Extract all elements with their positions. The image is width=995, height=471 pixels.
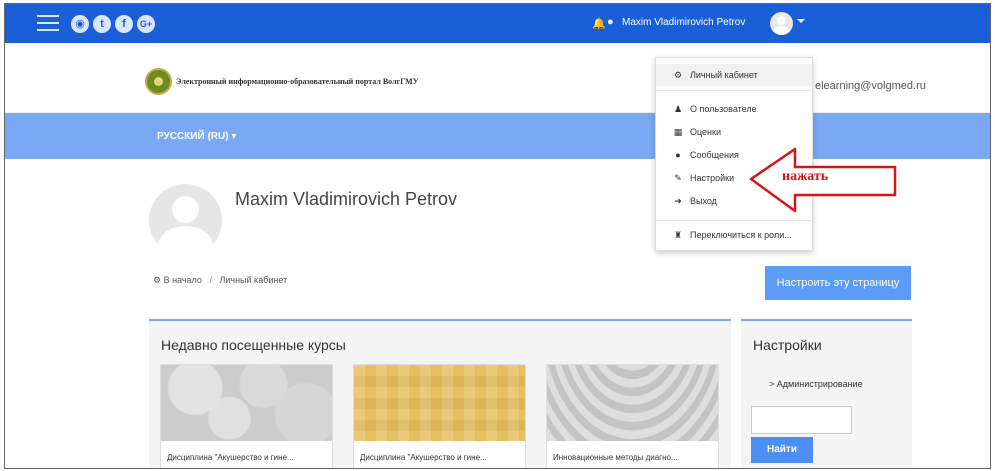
contact-email[interactable]: elearning@volgmed.ru bbox=[815, 80, 926, 92]
breadcrumb-separator: / bbox=[209, 275, 212, 285]
menu-item-dashboard[interactable]: ⚙ Личный кабинет bbox=[656, 64, 812, 86]
user-menu-name[interactable]: Maxim Vladimirovich Petrov bbox=[622, 17, 745, 28]
avatar[interactable] bbox=[770, 12, 793, 35]
menu-divider bbox=[656, 90, 812, 91]
customize-page-button[interactable]: Настроить эту страницу bbox=[765, 266, 911, 300]
settings-block: Настройки > Администрирование Найти bbox=[741, 319, 912, 468]
course-image[interactable] bbox=[354, 365, 525, 441]
recent-courses-heading: Недавно посещенные курсы bbox=[161, 337, 346, 353]
menu-item-label: Выход bbox=[690, 196, 717, 206]
portal-name[interactable]: Электронный информационно-образовательны… bbox=[176, 77, 419, 86]
sign-out-icon: ➜ bbox=[674, 196, 682, 206]
page-title: Maxim Vladimirovich Petrov bbox=[235, 189, 458, 209]
profile-avatar bbox=[149, 184, 222, 257]
breadcrumb-current: Личный кабинет bbox=[219, 275, 288, 285]
menu-item-grades[interactable]: ▦ Оценки bbox=[656, 121, 812, 143]
menu-item-label: Настройки bbox=[690, 173, 735, 183]
table-icon: ▦ bbox=[673, 127, 683, 137]
facebook-icon[interactable]: f bbox=[115, 15, 133, 33]
recent-courses-block: Недавно посещенные курсы Дисциплина "Аку… bbox=[149, 319, 731, 468]
site-header: Электронный информационно-образовательны… bbox=[5, 43, 990, 113]
google-plus-icon[interactable]: G+ bbox=[137, 15, 155, 33]
course-title[interactable]: Дисциплина "Акушерство и гине... bbox=[360, 453, 487, 462]
chat-icon[interactable]: ● bbox=[607, 16, 614, 28]
wrench-icon: ✎ bbox=[674, 173, 682, 183]
user-icon: ♟ bbox=[673, 104, 683, 114]
settings-heading: Настройки bbox=[753, 337, 822, 353]
language-selector[interactable]: РУССКИЙ (RU) ▾ bbox=[157, 131, 236, 142]
browser-frame: ◉ t f G+ 🔔 ● Maxim Vladimirovich Petrov … bbox=[4, 3, 991, 469]
hamburger-menu-icon[interactable] bbox=[37, 15, 59, 31]
dashboard-icon: ⚙ bbox=[673, 70, 683, 80]
menu-divider bbox=[656, 220, 812, 221]
course-card[interactable]: Дисциплина "Акушерство и гине... bbox=[353, 364, 526, 468]
search-button[interactable]: Найти bbox=[751, 437, 813, 463]
course-image[interactable] bbox=[547, 365, 718, 441]
breadcrumb-home[interactable]: В начало bbox=[164, 275, 202, 285]
menu-item-profile[interactable]: ♟ О пользователе bbox=[656, 98, 812, 120]
bell-icon[interactable]: 🔔 bbox=[592, 17, 606, 30]
menu-item-switch-role[interactable]: ♜ Переключиться к роли... bbox=[656, 224, 812, 246]
breadcrumb: ⚙ В начало / Личный кабинет bbox=[153, 275, 287, 286]
course-card[interactable]: Дисциплина "Акушерство и гине... bbox=[160, 364, 333, 468]
course-card[interactable]: Инновационные методы диагно... bbox=[546, 364, 719, 468]
dashboard-icon: ⚙ bbox=[153, 275, 164, 285]
course-image[interactable] bbox=[161, 365, 332, 441]
menu-item-label: Оценки bbox=[690, 127, 721, 137]
globe-icon[interactable]: ◉ bbox=[71, 15, 89, 33]
search-input[interactable] bbox=[751, 406, 852, 434]
chat-icon: ● bbox=[675, 150, 681, 160]
menu-item-label: Личный кабинет bbox=[690, 70, 758, 80]
role-icon: ♜ bbox=[673, 230, 683, 240]
top-navbar: ◉ t f G+ 🔔 ● Maxim Vladimirovich Petrov bbox=[5, 4, 990, 43]
course-title[interactable]: Инновационные методы диагно... bbox=[553, 453, 678, 462]
menu-item-label: Переключиться к роли... bbox=[690, 230, 792, 240]
annotation-label: нажать bbox=[782, 169, 829, 184]
chevron-down-icon[interactable] bbox=[797, 19, 805, 23]
administration-link[interactable]: > Администрирование bbox=[769, 379, 863, 389]
course-title[interactable]: Дисциплина "Акушерство и гине... bbox=[167, 453, 294, 462]
twitter-icon[interactable]: t bbox=[93, 15, 111, 33]
menu-item-label: О пользователе bbox=[690, 104, 757, 114]
university-logo[interactable] bbox=[145, 68, 172, 95]
menu-item-label: Сообщения bbox=[690, 150, 739, 160]
